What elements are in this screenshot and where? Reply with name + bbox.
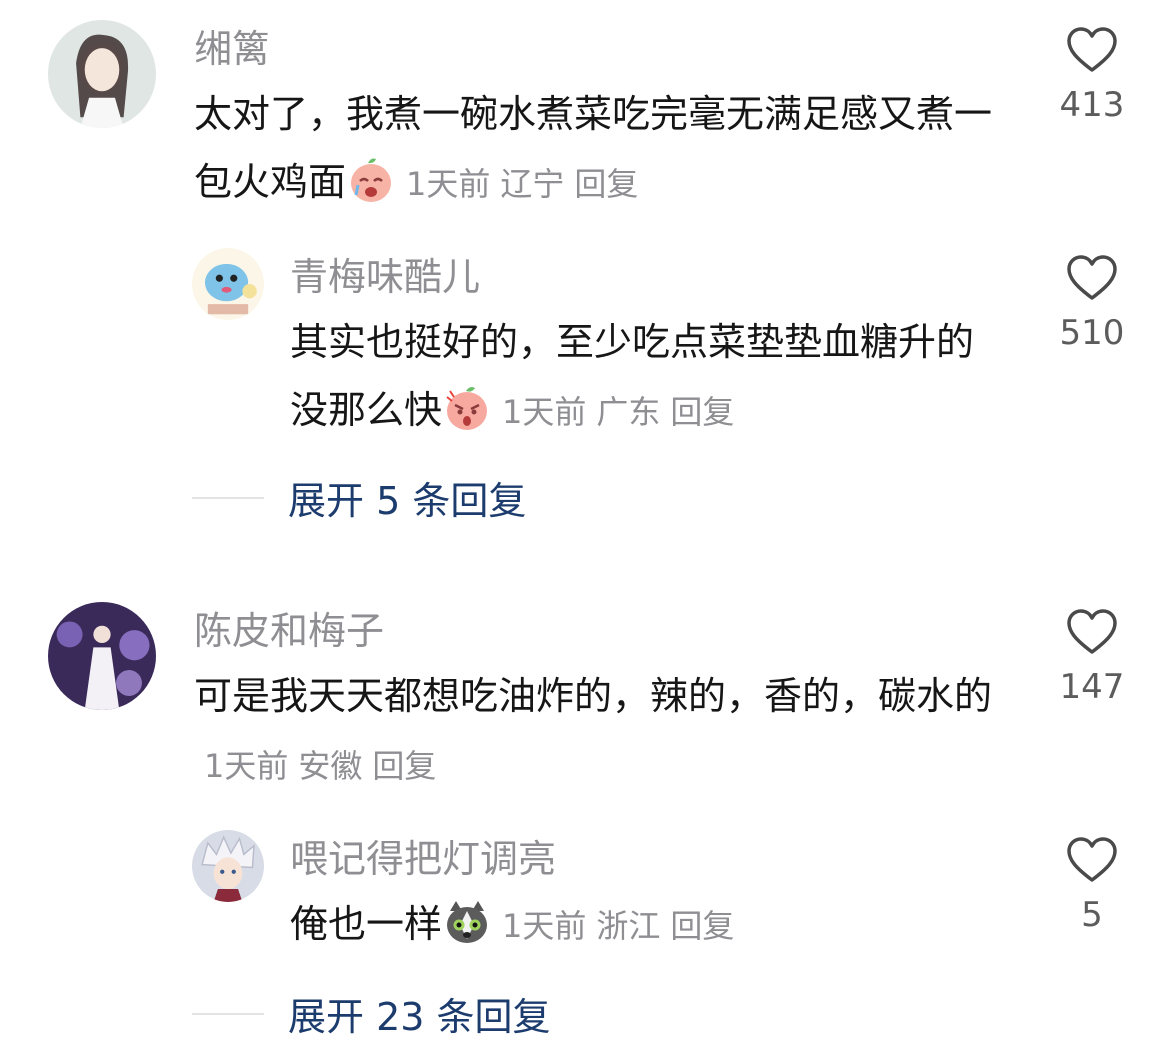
like-count: 510 <box>1059 313 1125 353</box>
avatar[interactable] <box>192 830 264 902</box>
comment-time: 1天前 <box>406 165 491 203</box>
avatar[interactable] <box>48 20 156 128</box>
heart-icon <box>1067 27 1117 72</box>
comment-text: 可是我天天都想吃油炸的，辣的，香的，碳水的 1天前 安徽 回复 <box>194 662 1014 800</box>
avatar[interactable] <box>192 248 264 320</box>
reply-location: 浙江 <box>596 907 661 945</box>
heart-icon <box>1067 255 1117 300</box>
reply-time: 1天前 <box>502 393 587 431</box>
crying-peach-emoji <box>346 155 396 205</box>
comment-username[interactable]: 缃篱 <box>194 30 270 68</box>
expand-replies[interactable]: 展开 23 条回复 <box>192 986 551 1041</box>
comment-meta: 1天前 安徽 回复 <box>204 747 446 785</box>
like-button[interactable]: 147 <box>1042 608 1142 704</box>
comment-time: 1天前 <box>204 747 289 785</box>
comment-body: 可是我天天都想吃油炸的，辣的，香的，碳水的 <box>194 674 993 718</box>
reply-meta: 1天前 广东 回复 <box>502 393 744 431</box>
like-count: 5 <box>1081 895 1103 935</box>
reply-location: 广东 <box>596 393 661 431</box>
expand-replies[interactable]: 展开 5 条回复 <box>192 470 526 525</box>
reply-button[interactable]: 回复 <box>574 165 638 203</box>
expand-replies-label[interactable]: 展开 23 条回复 <box>288 986 551 1041</box>
like-button[interactable]: 510 <box>1042 254 1142 350</box>
reply-time: 1天前 <box>502 907 587 945</box>
like-count: 147 <box>1059 667 1125 707</box>
comment-meta: 1天前 辽宁 回复 <box>406 165 648 203</box>
like-count: 413 <box>1059 85 1125 125</box>
comment-location: 辽宁 <box>500 165 565 203</box>
expand-replies-label[interactable]: 展开 5 条回复 <box>288 470 526 525</box>
comment-location: 安徽 <box>298 747 363 785</box>
avatar[interactable] <box>48 602 156 710</box>
shocked-peach-emoji <box>442 383 492 433</box>
reply-button[interactable]: 回复 <box>372 747 436 785</box>
comment-thread: 缃篱 太对了，我煮一碗水煮菜吃完毫无满足感又煮一包火鸡面 1天前 辽宁 回复 413 … <box>0 0 1170 1061</box>
reply-body: 俺也一样 <box>290 902 443 946</box>
like-button[interactable]: 5 <box>1042 836 1142 932</box>
like-button[interactable]: 413 <box>1042 26 1142 122</box>
comment-username[interactable]: 陈皮和梅子 <box>194 612 384 650</box>
divider-line <box>192 1012 264 1015</box>
heart-icon <box>1067 609 1117 654</box>
comment-text: 太对了，我煮一碗水煮菜吃完毫无满足感又煮一包火鸡面 1天前 辽宁 回复 <box>194 80 1014 218</box>
reply-text: 俺也一样 1天前 浙江 回复 <box>290 890 1010 960</box>
reply-username[interactable]: 喂记得把灯调亮 <box>290 840 556 878</box>
reply-meta: 1天前 浙江 回复 <box>502 907 744 945</box>
divider-line <box>192 496 264 499</box>
heart-icon <box>1067 837 1117 882</box>
reply-button[interactable]: 回复 <box>670 393 734 431</box>
reply-button[interactable]: 回复 <box>670 907 734 945</box>
husky-emoji <box>442 897 492 947</box>
reply-username[interactable]: 青梅味酷儿 <box>290 258 480 296</box>
reply-text: 其实也挺好的，至少吃点菜垫垫血糖升的没那么快 1天前 广东 回复 <box>290 308 1010 446</box>
